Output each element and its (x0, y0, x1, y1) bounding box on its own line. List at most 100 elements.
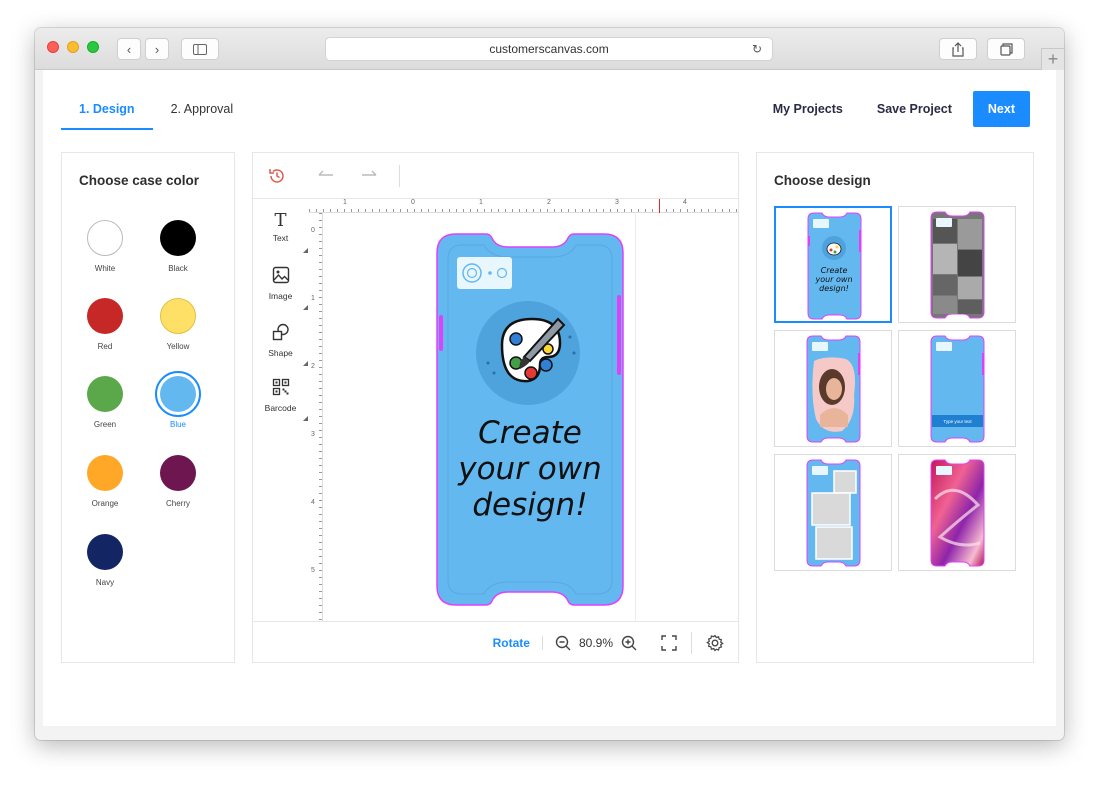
canvas-text-line: design! (472, 487, 587, 523)
canvas-text-line: Create (478, 415, 582, 451)
ruler-number: 5 (311, 567, 315, 574)
swatch-label: Blue (169, 420, 186, 429)
zoom-in-icon[interactable] (621, 635, 637, 651)
ruler-number: 1 (311, 295, 315, 302)
design-thumbnail-portrait[interactable] (774, 330, 892, 447)
tab-approval[interactable]: 2. Approval (153, 88, 252, 130)
swatch-label: Orange (91, 499, 119, 508)
swatch-orange[interactable]: Orange (75, 455, 135, 508)
design-editor: T Text Image Shape Barcode 1 0 1 2 3 4 0… (252, 152, 739, 663)
swatch-red[interactable]: Red (75, 298, 135, 351)
case-color-panel: Choose case color White Black Red Yellow (61, 152, 235, 663)
design-thumbnail-photo-frames[interactable] (774, 454, 892, 571)
ruler-number: 0 (311, 227, 315, 234)
swatch-dot (160, 298, 196, 334)
design-thumbnail-abstract-pink[interactable] (898, 454, 1016, 571)
swatch-blue[interactable]: Blue (148, 371, 208, 429)
text-tool[interactable]: T Text (253, 210, 308, 244)
choose-design-panel: Choose design Create your own design! Ty… (756, 152, 1034, 663)
swatch-dot (160, 455, 196, 491)
swatch-green[interactable]: Green (75, 376, 135, 429)
zoom-out-icon[interactable] (555, 635, 571, 651)
swatch-white[interactable]: White (75, 220, 135, 273)
thumbnail-preview (806, 459, 861, 567)
next-button[interactable]: Next (972, 91, 1030, 127)
tool-label: Image (268, 291, 293, 301)
camera-cutout (457, 257, 512, 289)
swatch-label: Green (93, 420, 117, 429)
swatch-dot (160, 220, 196, 256)
selected-ring (155, 371, 201, 417)
choose-design-title: Choose design (774, 173, 871, 188)
swatch-yellow[interactable]: Yellow (148, 298, 208, 351)
swatch-label: Cherry (165, 499, 190, 508)
thumbnail-preview: Create your own design! (807, 212, 862, 320)
history-icon[interactable] (268, 167, 286, 185)
tool-label: Shape (268, 348, 293, 358)
ruler-number: 2 (547, 199, 551, 206)
case-color-title: Choose case color (79, 173, 200, 188)
ruler-number: 3 (615, 199, 619, 206)
thumbnail-preview (930, 211, 985, 319)
my-projects-button[interactable]: My Projects (756, 102, 860, 116)
new-tab-button[interactable]: + (1041, 48, 1064, 70)
zoom-level: 80.9% (578, 636, 613, 650)
swatch-label: Yellow (166, 342, 190, 351)
thumbnail-banner-text: Type your text (943, 419, 972, 424)
minimize-window-button[interactable] (67, 41, 79, 53)
ruler-number: 0 (411, 199, 415, 206)
settings-gear-icon[interactable] (706, 634, 724, 652)
zoom-window-button[interactable] (87, 41, 99, 53)
tool-corner-marker (303, 361, 308, 366)
tool-label: Text (272, 233, 289, 243)
swatch-dot (160, 376, 196, 412)
image-tool[interactable]: Image (253, 266, 308, 301)
barcode-tool[interactable]: Barcode (253, 378, 308, 413)
sidebar-icon (193, 43, 207, 55)
text-icon: T (274, 210, 287, 231)
sidebar-toggle-button[interactable] (181, 38, 219, 60)
browser-titlebar: ‹ › customerscanvas.com ↻ + (35, 28, 1064, 70)
swatch-black[interactable]: Black (148, 220, 208, 273)
app-content: 1. Design 2. Approval My Projects Save P… (43, 70, 1056, 726)
barcode-icon (272, 378, 289, 396)
ruler-number: 4 (311, 499, 315, 506)
step-tabs: 1. Design 2. Approval (61, 88, 251, 130)
redo-icon[interactable] (360, 168, 380, 182)
tab-design[interactable]: 1. Design (61, 88, 153, 130)
back-button[interactable]: ‹ (117, 38, 141, 60)
shape-icon (272, 323, 289, 341)
swatch-label: Navy (95, 578, 115, 587)
tabs-overview-button[interactable] (987, 38, 1025, 60)
header-actions: My Projects Save Project Next (756, 91, 1030, 127)
swatch-cherry[interactable]: Cherry (148, 455, 208, 508)
design-canvas[interactable]: Create your own design! (324, 214, 738, 621)
design-thumbnail-create-your-own[interactable]: Create your own design! (774, 206, 892, 323)
design-thumbnail-text-banner[interactable]: Type your text (898, 330, 1016, 447)
swatch-dot (87, 220, 123, 256)
swatch-dot (87, 534, 123, 570)
forward-button[interactable]: › (145, 38, 169, 60)
phone-case-preview[interactable]: Create your own design! (436, 233, 624, 606)
save-project-button[interactable]: Save Project (860, 102, 969, 116)
browser-window: ‹ › customerscanvas.com ↻ + 1. Design 2.… (35, 28, 1064, 740)
thumbnail-text: Create (821, 266, 848, 275)
swatch-label: Black (168, 264, 188, 273)
plus-icon: + (1047, 49, 1059, 69)
close-window-button[interactable] (47, 41, 59, 53)
undo-icon[interactable] (315, 168, 335, 182)
swatch-label: White (94, 264, 116, 273)
share-button[interactable] (939, 38, 977, 60)
design-thumbnail-photo-collage[interactable] (898, 206, 1016, 323)
swatch-dot (87, 455, 123, 491)
swatch-navy[interactable]: Navy (75, 534, 135, 587)
ruler-number: 3 (311, 431, 315, 438)
reload-icon[interactable]: ↻ (752, 38, 762, 60)
tabs-icon (999, 42, 1013, 56)
thumbnail-preview (930, 459, 985, 567)
rotate-button[interactable]: Rotate (493, 636, 543, 650)
fit-to-screen-icon[interactable] (661, 635, 677, 651)
address-bar[interactable]: customerscanvas.com ↻ (325, 37, 773, 61)
shape-tool[interactable]: Shape (253, 323, 308, 358)
ruler-number: 1 (479, 199, 483, 206)
